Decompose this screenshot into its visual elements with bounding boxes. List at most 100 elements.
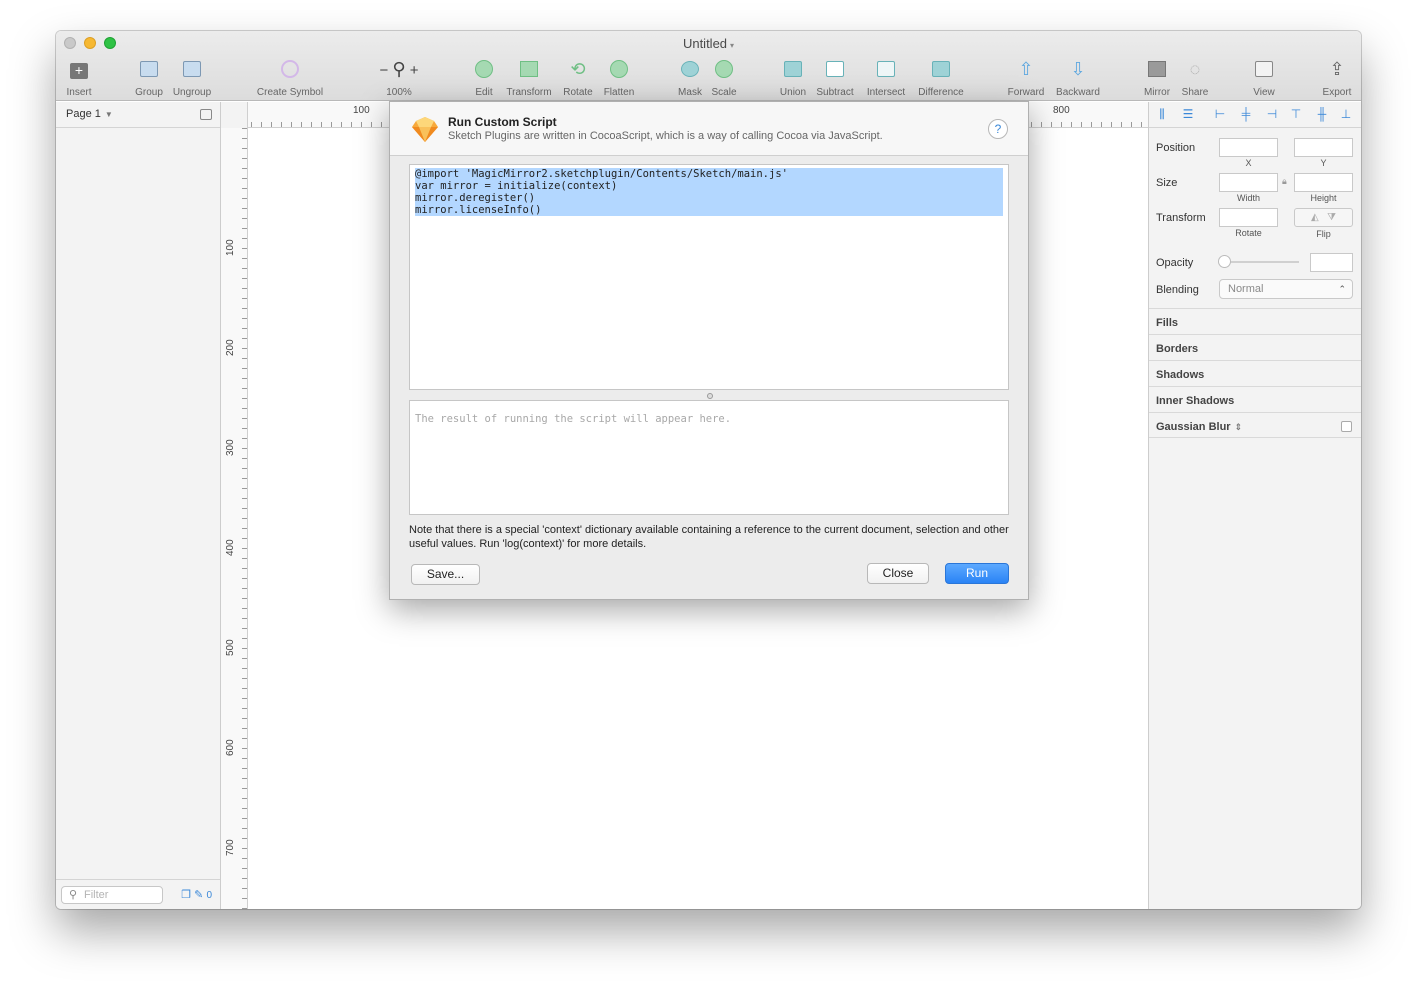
run-custom-script-dialog: Run Custom Script Sketch Plugins are wri… xyxy=(389,101,1029,600)
toolbar-difference[interactable]: Difference xyxy=(913,57,969,98)
toolbar-insert[interactable]: + Insert xyxy=(64,57,94,99)
dialog-title: Run Custom Script xyxy=(448,115,557,129)
gaussian-blur-section[interactable]: Gaussian Blur ⇕ xyxy=(1149,412,1361,438)
script-editor[interactable]: @import 'MagicMirror2.sketchplugin/Conte… xyxy=(409,164,1009,390)
close-button[interactable]: Close xyxy=(867,563,929,584)
union-icon xyxy=(777,57,809,81)
sketch-logo-icon xyxy=(412,117,438,142)
align-bottom-icon[interactable]: ⊥ xyxy=(1339,108,1353,121)
align-top-icon[interactable]: ⊤ xyxy=(1289,108,1303,121)
scale-icon xyxy=(709,57,739,81)
save-button[interactable]: Save... xyxy=(411,564,480,585)
toolbar-share[interactable]: ◌ Share xyxy=(1178,57,1212,98)
chevron-down-icon: ▾ xyxy=(730,41,735,50)
height-label: Height xyxy=(1310,193,1337,203)
vertical-ruler[interactable]: 100 200 300 400 500 600 700 xyxy=(221,128,248,909)
gaussian-blur-checkbox[interactable] xyxy=(1341,421,1352,432)
toolbar-intersect[interactable]: Intersect xyxy=(861,57,911,98)
title-bar: Untitled ▾ + Insert Group Ungroup Create … xyxy=(56,31,1361,101)
align-middle-icon[interactable]: ╫ xyxy=(1315,108,1329,121)
filter-placeholder: Filter xyxy=(84,889,109,901)
toolbar-flatten[interactable]: Flatten xyxy=(599,57,639,98)
ungroup-icon xyxy=(170,57,214,81)
edit-icon xyxy=(469,57,499,81)
ruler-label: 100 xyxy=(353,105,370,116)
page-name: Page 1 xyxy=(66,108,101,120)
ruler-label: 100 xyxy=(225,239,236,256)
layers-sidebar: Page 1 ▼ ⚲ Filter ❐ ✎ 0 xyxy=(56,102,221,909)
toolbar-mirror[interactable]: Mirror xyxy=(1140,57,1174,98)
width-field[interactable] xyxy=(1219,173,1278,192)
filter-options[interactable]: ❐ ✎ 0 xyxy=(181,888,212,901)
size-label: Size xyxy=(1156,177,1178,189)
symbol-filter-icon[interactable]: ❐ xyxy=(181,889,191,901)
pages-toggle-icon[interactable] xyxy=(200,109,212,120)
inner-shadows-section[interactable]: Inner Shadows xyxy=(1149,386,1361,412)
toolbar-subtract[interactable]: Subtract xyxy=(813,57,857,98)
height-field[interactable] xyxy=(1294,173,1353,192)
y-field[interactable] xyxy=(1294,138,1353,157)
blending-select[interactable]: Normal ⌃ xyxy=(1219,279,1353,299)
align-left-icon[interactable]: ⊢ xyxy=(1213,108,1227,121)
toolbar-zoom[interactable]: − ⚲ + 100% xyxy=(368,57,430,98)
toolbar-view[interactable]: View xyxy=(1247,57,1281,98)
ruler-label: 300 xyxy=(225,439,236,456)
opacity-field[interactable] xyxy=(1310,253,1353,272)
rotate-icon: ⟲ xyxy=(570,59,586,79)
toolbar-union[interactable]: Union xyxy=(777,57,809,98)
context-note: Note that there is a special 'context' d… xyxy=(409,524,1009,550)
blending-label: Blending xyxy=(1156,284,1199,296)
forward-icon: ⇧ xyxy=(1018,59,1034,79)
opacity-slider-knob[interactable] xyxy=(1218,255,1231,268)
code-selection: @import 'MagicMirror2.sketchplugin/Conte… xyxy=(415,168,1003,216)
toolbar-scale[interactable]: Scale xyxy=(709,57,739,98)
group-icon xyxy=(132,57,166,81)
flip-vertical-icon[interactable]: ⧩ xyxy=(1327,212,1336,223)
help-button[interactable]: ? xyxy=(988,119,1008,139)
select-arrows-icon[interactable]: ⇕ xyxy=(1235,422,1243,432)
toolbar-rotate[interactable]: ⟲ Rotate xyxy=(559,57,597,98)
toolbar-mask[interactable]: Mask xyxy=(675,57,705,98)
search-icon: ⚲ xyxy=(69,889,78,901)
ruler-label: 800 xyxy=(1053,105,1070,116)
opacity-slider-track[interactable] xyxy=(1221,261,1299,263)
rotate-label: Rotate xyxy=(1235,228,1262,238)
transform-label: Transform xyxy=(1156,212,1206,224)
intersect-icon xyxy=(861,57,911,81)
toolbar-forward[interactable]: ⇧ Forward xyxy=(1005,57,1047,98)
align-center-icon[interactable]: ╪ xyxy=(1239,108,1253,121)
slice-filter-icon[interactable]: ✎ xyxy=(194,889,203,901)
y-label: Y xyxy=(1320,158,1327,168)
share-icon: ◌ xyxy=(1189,59,1201,79)
inspector-panel: ⫼ ☰ ⊢ ╪ ⊣ ⊤ ╫ ⊥ Position X Y Size 🔒︎ Wid… xyxy=(1148,102,1361,909)
run-button[interactable]: Run xyxy=(945,563,1009,584)
toolbar-export[interactable]: ⇪ Export xyxy=(1319,57,1355,98)
flip-horizontal-icon[interactable]: ◭ xyxy=(1311,212,1319,223)
toolbar-ungroup[interactable]: Ungroup xyxy=(170,57,214,98)
lock-icon[interactable]: 🔒︎ xyxy=(1282,176,1287,187)
rotate-field[interactable] xyxy=(1219,208,1278,227)
toolbar-edit[interactable]: Edit xyxy=(469,57,499,98)
script-result-output[interactable]: The result of running the script will ap… xyxy=(409,400,1009,515)
fills-section[interactable]: Fills xyxy=(1149,308,1361,334)
flip-buttons[interactable]: ◭ ⧩ xyxy=(1294,208,1353,227)
distribute-vertical-icon[interactable]: ☰ xyxy=(1181,108,1195,121)
borders-section[interactable]: Borders xyxy=(1149,334,1361,360)
toolbar-backward[interactable]: ⇩ Backward xyxy=(1051,57,1105,98)
flatten-icon xyxy=(599,57,639,81)
ruler-label: 700 xyxy=(225,839,236,856)
chevron-down-icon: ▼ xyxy=(104,110,113,119)
distribute-horizontal-icon[interactable]: ⫼ xyxy=(1155,108,1169,121)
sidebar-footer: ⚲ Filter ❐ ✎ 0 xyxy=(56,879,220,909)
filter-input[interactable]: ⚲ Filter xyxy=(61,886,163,904)
toolbar-transform[interactable]: Transform xyxy=(503,57,555,98)
toolbar-create-symbol[interactable]: Create Symbol xyxy=(254,57,326,98)
page-selector[interactable]: Page 1 ▼ xyxy=(56,102,220,128)
toolbar-group[interactable]: Group xyxy=(132,57,166,98)
view-icon xyxy=(1247,57,1281,81)
shadows-section[interactable]: Shadows xyxy=(1149,360,1361,386)
split-view-handle[interactable] xyxy=(707,393,713,399)
window-title[interactable]: Untitled ▾ xyxy=(56,36,1361,51)
x-field[interactable] xyxy=(1219,138,1278,157)
align-right-icon[interactable]: ⊣ xyxy=(1265,108,1279,121)
